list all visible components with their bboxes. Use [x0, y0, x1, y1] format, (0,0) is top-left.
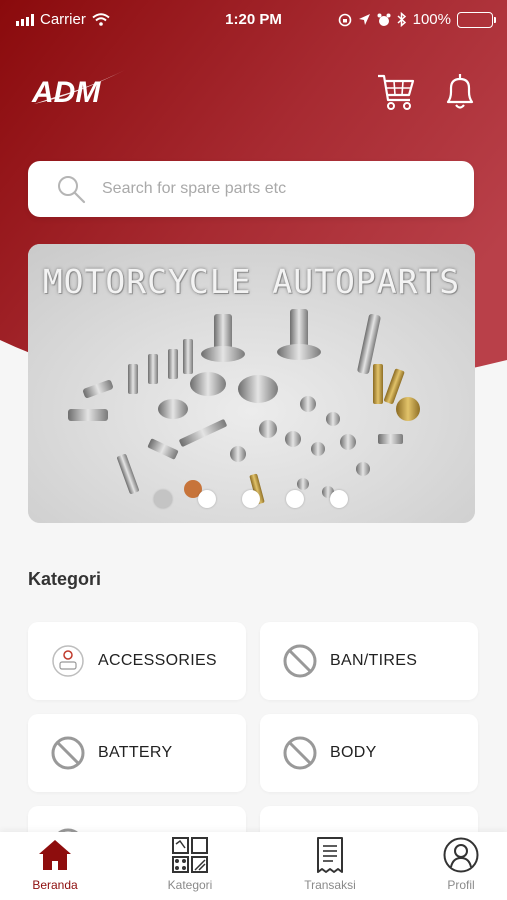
carousel-dot[interactable]: [330, 490, 348, 508]
carousel-dot[interactable]: [286, 490, 304, 508]
no-image-icon: [283, 644, 317, 678]
category-label: BATTERY: [98, 744, 173, 761]
adm-logo: ADM: [31, 70, 125, 109]
bell-icon[interactable]: [440, 70, 480, 112]
location-icon: [358, 14, 370, 25]
tab-kategori[interactable]: Kategori: [140, 836, 240, 898]
battery-icon: [457, 11, 496, 28]
section-title-kategori: Kategori: [28, 569, 102, 589]
category-ban-tires[interactable]: BAN/TIRES: [260, 622, 478, 700]
receipt-icon: [317, 837, 343, 873]
tab-label: Beranda: [32, 878, 78, 892]
battery-percent: 100%: [412, 11, 451, 28]
promo-banner[interactable]: MOTORCYCLE AUTOPARTS: [28, 244, 475, 523]
category-label: ACCESSORIES: [98, 652, 217, 669]
alarm-icon: [377, 13, 391, 26]
no-image-icon: [283, 736, 317, 770]
category-label: BAN/TIRES: [330, 652, 418, 669]
rotation-lock-icon: [338, 13, 351, 26]
bluetooth-icon: [397, 12, 406, 27]
tab-label: Profil: [447, 878, 475, 892]
home-icon: [39, 840, 71, 870]
tab-profil[interactable]: Profil: [411, 836, 507, 898]
carousel-dot[interactable]: [198, 490, 216, 508]
category-battery[interactable]: BATTERY: [28, 714, 246, 792]
banner-title: MOTORCYCLE AUTOPARTS: [42, 262, 461, 301]
search-bar[interactable]: Search for spare parts etc: [28, 161, 474, 217]
search-icon: [58, 176, 86, 204]
accessories-icon: [52, 645, 84, 677]
carousel-indicator: [154, 490, 348, 508]
carousel-dot[interactable]: [242, 490, 260, 508]
grid-icon: [172, 837, 208, 873]
carousel-dot[interactable]: [154, 490, 172, 508]
bottom-tab-bar: Beranda Kategori Transaksi Profil: [0, 832, 507, 900]
category-label: BODY: [330, 744, 377, 761]
tab-beranda[interactable]: Beranda: [5, 836, 105, 898]
cart-icon[interactable]: [376, 70, 416, 112]
profile-icon: [443, 837, 479, 873]
status-bar: Carrier 1:20 PM 100%: [0, 0, 507, 40]
logo-text: ADM: [31, 76, 101, 109]
tab-label: Transaksi: [304, 878, 356, 892]
category-accessories[interactable]: ACCESSORIES: [28, 622, 246, 700]
search-input[interactable]: Search for spare parts etc: [102, 180, 286, 198]
tab-label: Kategori: [167, 878, 213, 892]
category-body[interactable]: BODY: [260, 714, 478, 792]
no-image-icon: [51, 736, 85, 770]
tab-transaksi[interactable]: Transaksi: [280, 836, 380, 898]
